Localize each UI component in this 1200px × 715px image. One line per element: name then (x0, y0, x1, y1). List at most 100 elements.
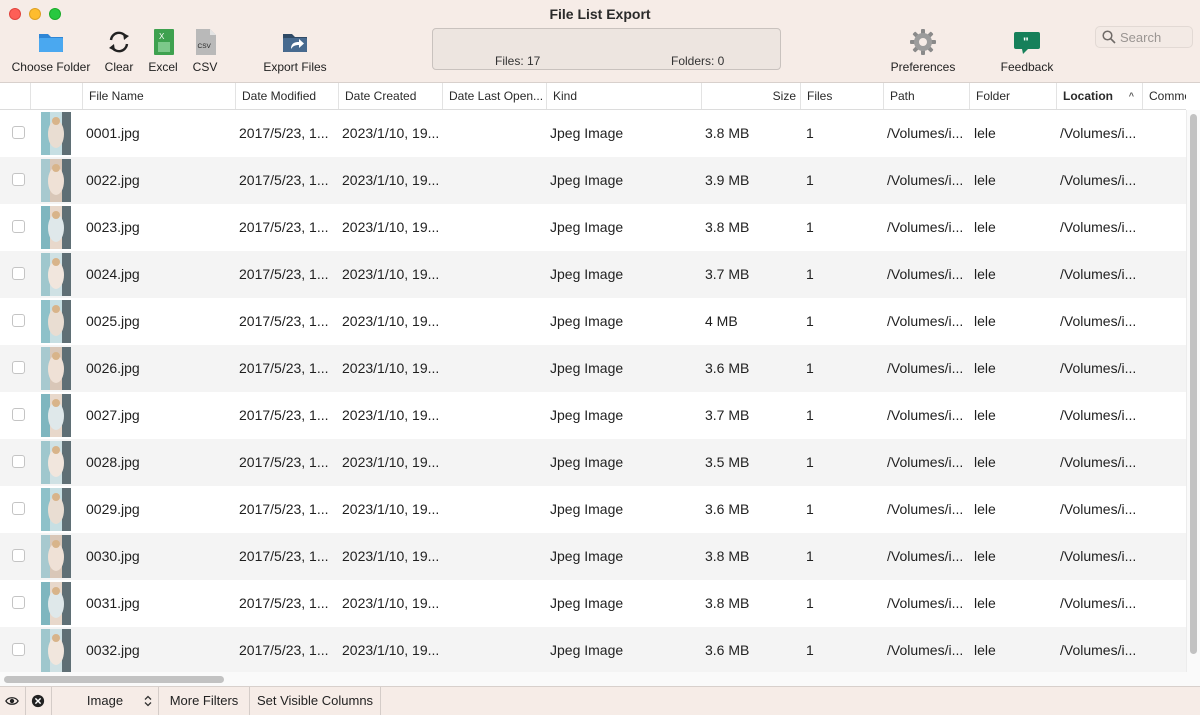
csv-button[interactable]: CSV CSV (188, 28, 222, 74)
horizontal-scrollbar[interactable] (0, 672, 1200, 686)
files-count: Files: 17 (495, 54, 541, 68)
file-table-body: 0001.jpg 2017/5/23, 1... 2023/1/10, 19... J… (0, 110, 1186, 672)
header-size[interactable]: Size (701, 83, 800, 109)
cell-date-last-opened (446, 533, 544, 580)
header-kind[interactable]: Kind (546, 83, 701, 109)
cell-path: /Volumes/i... (887, 360, 964, 376)
folder-icon (39, 34, 63, 52)
header-path[interactable]: Path (883, 83, 969, 109)
table-row[interactable]: 0028.jpg 2017/5/23, 1... 2023/1/10, 19... J… (0, 439, 1186, 486)
cell-kind: Jpeg Image (550, 266, 624, 282)
table-row[interactable]: 0025.jpg 2017/5/23, 1... 2023/1/10, 19... J… (0, 298, 1186, 345)
excel-button[interactable]: X Excel (146, 28, 180, 74)
cell-location: /Volumes/i... (1060, 595, 1137, 611)
table-row[interactable]: 0029.jpg 2017/5/23, 1... 2023/1/10, 19... J… (0, 486, 1186, 533)
row-checkbox[interactable] (12, 361, 25, 374)
row-checkbox[interactable] (12, 455, 25, 468)
preferences-button[interactable]: Preferences (886, 28, 960, 74)
cell-files: 1 (806, 407, 814, 423)
cell-location: /Volumes/i... (1060, 219, 1137, 235)
image-thumbnail-icon (41, 582, 71, 625)
cell-path: /Volumes/i... (887, 642, 964, 658)
row-checkbox[interactable] (12, 502, 25, 515)
table-row[interactable]: 0024.jpg 2017/5/23, 1... 2023/1/10, 19... J… (0, 251, 1186, 298)
vertical-scrollbar[interactable] (1186, 110, 1200, 672)
table-row[interactable]: 0027.jpg 2017/5/23, 1... 2023/1/10, 19... J… (0, 392, 1186, 439)
table-row[interactable]: 0022.jpg 2017/5/23, 1... 2023/1/10, 19... J… (0, 157, 1186, 204)
cell-kind: Jpeg Image (550, 454, 624, 470)
header-thumbnail-column[interactable] (30, 83, 82, 109)
preferences-label: Preferences (890, 60, 956, 74)
cell-file-name: 0027.jpg (86, 407, 140, 423)
excel-icon-letter: X (159, 32, 165, 41)
cell-path: /Volumes/i... (887, 548, 964, 564)
image-thumbnail-icon (41, 112, 71, 155)
cell-size: 3.8 MB (705, 548, 750, 564)
header-location[interactable]: Location ^ (1056, 83, 1142, 109)
cell-file-name: 0023.jpg (86, 219, 140, 235)
row-checkbox[interactable] (12, 596, 25, 609)
cell-date-created: 2023/1/10, 19... (342, 501, 440, 517)
cell-location: /Volumes/i... (1060, 266, 1137, 282)
set-visible-columns-button[interactable]: Set Visible Columns (250, 687, 381, 715)
header-folder[interactable]: Folder (969, 83, 1056, 109)
clear-filter-button[interactable] (26, 687, 52, 715)
horizontal-scroll-thumb[interactable] (4, 676, 224, 683)
search-field[interactable] (1095, 26, 1193, 48)
row-checkbox[interactable] (12, 220, 25, 233)
header-files[interactable]: Files (800, 83, 883, 109)
cell-date-modified: 2017/5/23, 1... (239, 266, 329, 282)
export-files-button[interactable]: Export Files (259, 28, 331, 74)
cell-date-created: 2023/1/10, 19... (342, 454, 440, 470)
row-checkbox[interactable] (12, 267, 25, 280)
header-comments[interactable]: Comme (1142, 83, 1186, 109)
feedback-button[interactable]: " Feedback (996, 28, 1058, 74)
cell-date-modified: 2017/5/23, 1... (239, 172, 329, 188)
cell-date-modified: 2017/5/23, 1... (239, 501, 329, 517)
row-checkbox[interactable] (12, 549, 25, 562)
cell-kind: Jpeg Image (550, 125, 624, 141)
cell-size: 3.5 MB (705, 454, 750, 470)
cell-size: 3.8 MB (705, 595, 750, 611)
cell-path: /Volumes/i... (887, 125, 964, 141)
filter-type-select[interactable]: Image (52, 687, 159, 715)
header-checkbox-column[interactable] (0, 83, 30, 109)
table-row[interactable]: 0023.jpg 2017/5/23, 1... 2023/1/10, 19... J… (0, 204, 1186, 251)
cell-files: 1 (806, 642, 814, 658)
cell-files: 1 (806, 595, 814, 611)
image-thumbnail-icon (41, 300, 71, 343)
row-checkbox[interactable] (12, 126, 25, 139)
vertical-scroll-thumb[interactable] (1190, 114, 1197, 654)
visibility-toggle-button[interactable] (0, 687, 26, 715)
cell-date-last-opened (446, 110, 544, 157)
cell-folder: lele (974, 266, 996, 282)
filter-type-value: Image (86, 693, 124, 708)
table-row[interactable]: 0032.jpg 2017/5/23, 1... 2023/1/10, 19... J… (0, 627, 1186, 672)
table-row[interactable]: 0030.jpg 2017/5/23, 1... 2023/1/10, 19... J… (0, 533, 1186, 580)
header-date-last-opened[interactable]: Date Last Open... (442, 83, 546, 109)
row-checkbox[interactable] (12, 408, 25, 421)
cell-folder: lele (974, 595, 996, 611)
clear-button[interactable]: Clear (100, 28, 138, 74)
row-checkbox[interactable] (12, 643, 25, 656)
cell-location: /Volumes/i... (1060, 125, 1137, 141)
feedback-bubble-icon: " (1014, 32, 1040, 54)
header-date-created[interactable]: Date Created (338, 83, 442, 109)
cell-date-modified: 2017/5/23, 1... (239, 595, 329, 611)
header-date-modified[interactable]: Date Modified (235, 83, 338, 109)
row-checkbox[interactable] (12, 314, 25, 327)
choose-folder-button[interactable]: Choose Folder (10, 28, 92, 74)
cell-date-modified: 2017/5/23, 1... (239, 642, 329, 658)
cell-size: 4 MB (705, 313, 738, 329)
table-row[interactable]: 0026.jpg 2017/5/23, 1... 2023/1/10, 19... J… (0, 345, 1186, 392)
table-row[interactable]: 0031.jpg 2017/5/23, 1... 2023/1/10, 19... J… (0, 580, 1186, 627)
table-row[interactable]: 0001.jpg 2017/5/23, 1... 2023/1/10, 19... J… (0, 110, 1186, 157)
header-file-name[interactable]: File Name (82, 83, 235, 109)
more-filters-button[interactable]: More Filters (159, 687, 250, 715)
search-input[interactable] (1120, 29, 1188, 45)
image-thumbnail-icon (41, 253, 71, 296)
row-checkbox[interactable] (12, 173, 25, 186)
bottom-bar: Image More Filters Set Visible Columns (0, 686, 1200, 715)
window-title: File List Export (549, 6, 651, 22)
cell-file-name: 0001.jpg (86, 125, 140, 141)
